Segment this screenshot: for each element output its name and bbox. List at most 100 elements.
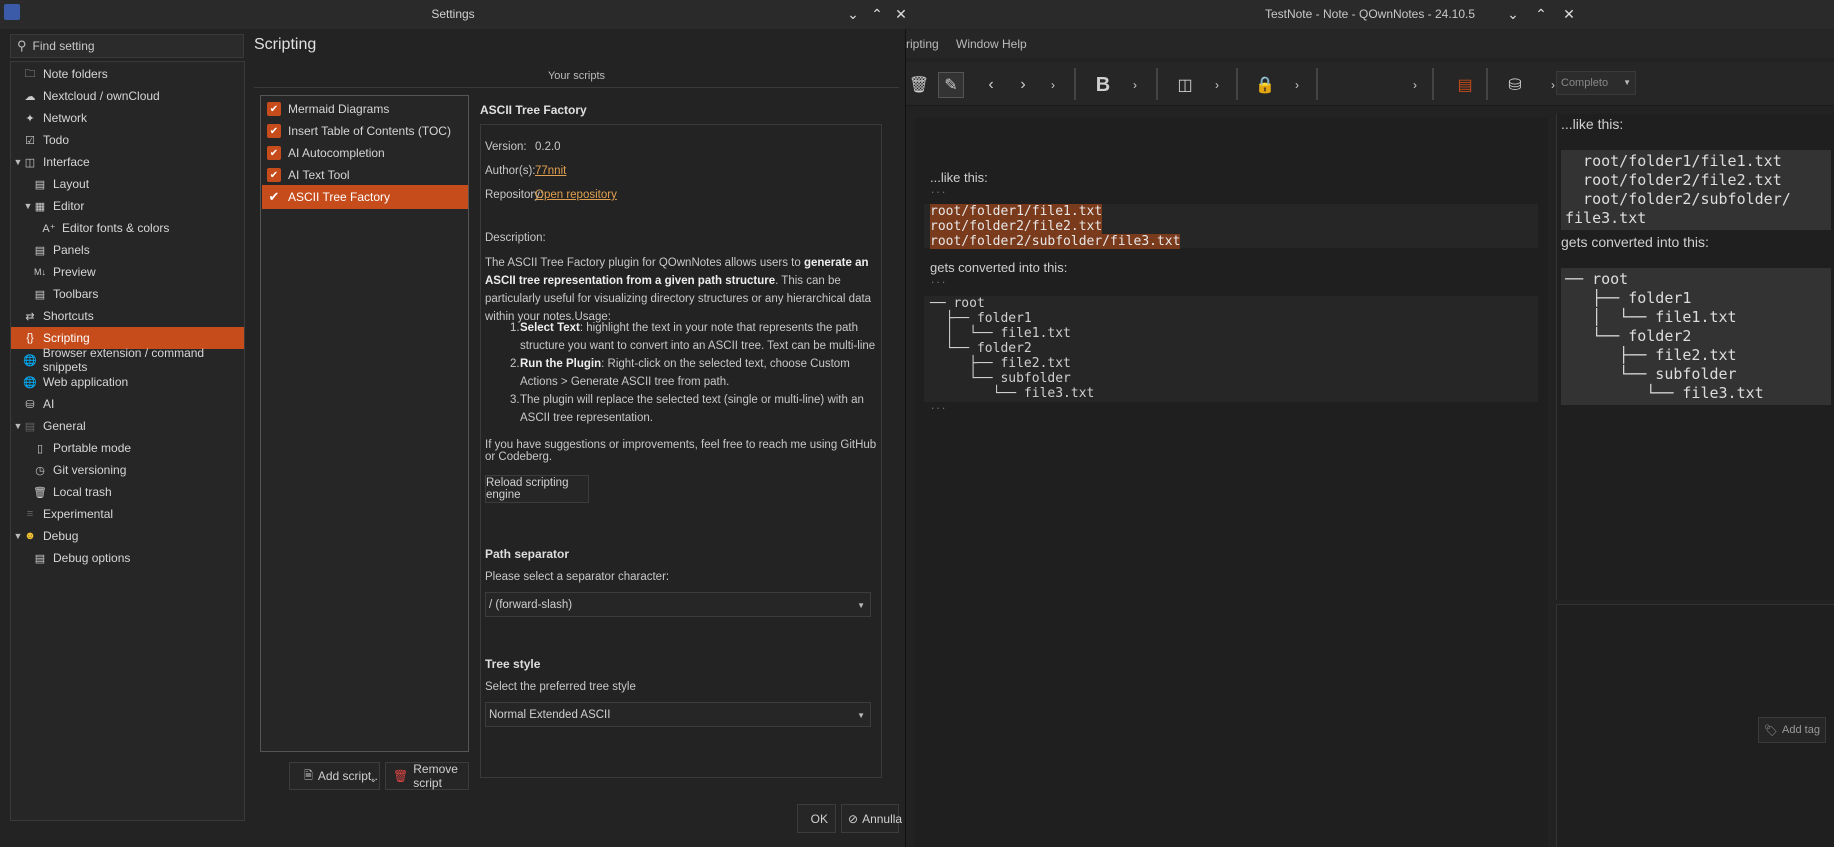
path-separator-select[interactable]: / (forward-slash) ▼ [485,592,871,617]
nav-browser-extension[interactable]: 🌐 Browser extension / command snippets [11,346,244,374]
find-setting-input[interactable] [32,39,233,53]
find-setting-field[interactable]: ⚲ [10,34,244,58]
nav-preview[interactable]: M↓ Preview [11,261,244,283]
archive-icon[interactable]: ▤ [1452,72,1478,98]
shortcuts-icon: ⇄ [25,310,35,323]
nav-note-folders[interactable]: 🗀 Note folders [11,63,244,85]
cancel-icon: ⊘ [848,811,859,826]
repository-link[interactable]: Open repository [535,189,617,201]
lock-icon[interactable]: 🔒 [1252,72,1278,98]
chevron-down-icon[interactable]: ⌄ [369,774,377,785]
folder-icon: 🗀 [24,67,36,80]
toolbar-overflow-icon[interactable]: › [1402,72,1428,98]
trash-icon: 🗑 [393,769,409,783]
menu-help[interactable]: Help [1002,37,1027,51]
nav-portable-mode[interactable]: ▯ Portable mode [11,437,244,459]
nav-debug-options[interactable]: ▤ Debug options [11,547,244,569]
cancel-button[interactable]: ⊘ Annulla [841,804,902,833]
add-script-button[interactable]: 🗎 Add script.. ⌄ [289,762,380,790]
delete-note-icon[interactable]: 🗑 [906,72,932,98]
nav-interface[interactable]: ▼ ◫ Interface [11,151,244,173]
nav-panels[interactable]: ▤ Panels [11,239,244,261]
dialog-title: Settings [431,7,475,21]
toolbar-overflow-icon[interactable]: › [1204,72,1230,98]
authors-label: Author(s): [485,165,536,177]
menu-scripting[interactable]: ripting [906,37,939,51]
bold-icon[interactable]: B [1090,72,1116,98]
interface-icon: ◫ [24,156,36,169]
nav-ai[interactable]: ⛁ AI [11,393,244,415]
close-icon[interactable]: ✕ [1560,5,1578,23]
toolbar-overflow-icon[interactable]: › [1284,72,1310,98]
globe-icon: 🌐 [23,354,37,367]
nav-experimental[interactable]: ≡ Experimental [11,503,244,525]
checkbox-checked-icon[interactable]: ✔ [267,102,281,116]
script-item-ascii-tree-factory[interactable]: ✔ ASCII Tree Factory [262,185,468,209]
chevron-down-icon[interactable]: ▼ [13,531,23,541]
description-label: Description: [485,232,546,244]
nav-editor-fonts[interactable]: A⁺ Editor fonts & colors [11,217,244,239]
chevron-down-icon[interactable]: ▼ [13,421,23,431]
tree-style-description: Select the preferred tree style [485,681,636,693]
nav-web-application[interactable]: 🌐 Web application [11,371,244,393]
nav-shortcuts[interactable]: ⇄ Shortcuts [11,305,244,327]
script-item-ai-autocompletion[interactable]: ✔ AI Autocompletion [262,141,468,165]
toolbar-overflow-icon[interactable]: › [1122,72,1148,98]
forward-icon[interactable]: › [1010,72,1036,98]
note-editor[interactable]: ...like this: ... root/folder1/file1.txt… [914,118,1548,847]
panels-icon: ▤ [34,244,46,257]
script-item-mermaid[interactable]: ✔ Mermaid Diagrams [262,97,468,121]
nav-toolbars[interactable]: ▤ Toolbars [11,283,244,305]
tree-style-select[interactable]: Normal Extended ASCII ▼ [485,702,871,727]
checkbox-checked-icon[interactable]: ✔ [267,124,281,138]
preview-text-line: gets converted into this: [1561,234,1709,250]
edit-pencil-icon[interactable]: ✎ [938,72,964,98]
editor-code-line: root/folder2/subfolder/file3.txt [930,234,1181,249]
checkbox-checked-icon[interactable]: ✔ [267,146,281,160]
scripts-group-label: Your scripts [547,70,606,82]
nav-nextcloud[interactable]: ☁ Nextcloud / ownCloud [11,85,244,107]
trash-icon: 🗑 [33,486,47,499]
split-view-icon[interactable]: ◫ [1172,72,1198,98]
remove-script-button[interactable]: 🗑 Remove script [385,762,469,790]
back-icon[interactable]: ‹ [978,72,1004,98]
add-tag-button[interactable]: 🏷 Add tag [1758,717,1826,743]
nav-network[interactable]: ✦ Network [11,107,244,129]
chevron-down-icon[interactable]: ▼ [13,157,23,167]
font-icon: A⁺ [42,222,56,235]
nav-todo[interactable]: ☑ Todo [11,129,244,151]
database-icon[interactable]: ⛁ [1502,72,1528,98]
toolbar-overflow-icon[interactable]: › [1040,72,1066,98]
network-icon: ✦ [25,112,35,125]
toolbar-icon: ▤ [34,288,46,301]
nav-general[interactable]: ▼ ▤ General [11,415,244,437]
nav-local-trash[interactable]: 🗑 Local trash [11,481,244,503]
main-titlebar: TestNote - Note - QOwnNotes - 24.10.5 ⌄ … [906,0,1834,29]
preview-text-line: ...like this: [1561,116,1624,132]
menu-window[interactable]: Window [956,37,999,51]
editor-tree-block: ── root ├── folder1 │ └── file1.txt └── … [930,296,1095,401]
minimize-icon[interactable]: ⌄ [1504,5,1522,23]
nav-layout[interactable]: ▤ Layout [11,173,244,195]
authors-link[interactable]: 77nnit [535,165,566,177]
maximize-icon[interactable]: ⌃ [1532,5,1550,23]
reload-scripting-engine-button[interactable]: Reload scripting engine [485,475,589,503]
nav-debug[interactable]: ▼ ☻ Debug [11,525,244,547]
checkbox-checked-icon[interactable]: ✔ [267,189,281,204]
tree-style-title: Tree style [485,657,541,671]
editor-code-line: root/folder2/file2.txt [930,219,1103,234]
main-window-title: TestNote - Note - QOwnNotes - 24.10.5 [1264,7,1476,21]
nav-git-versioning[interactable]: ◷ Git versioning [11,459,244,481]
script-item-ai-text-tool[interactable]: ✔ AI Text Tool [262,163,468,187]
maximize-icon[interactable]: ⌃ [870,5,884,23]
script-item-toc[interactable]: ✔ Insert Table of Contents (TOC) [262,119,468,143]
chevron-down-icon[interactable]: ▼ [23,201,33,211]
main-menubar: ripting Window Help [906,30,1834,58]
experimental-icon: ≡ [26,508,34,520]
checkbox-checked-icon[interactable]: ✔ [267,168,281,182]
ok-button[interactable]: OK [797,804,836,833]
minimize-icon[interactable]: ⌄ [846,5,860,23]
nav-editor[interactable]: ▼ ▦ Editor [11,195,244,217]
preview-mode-select[interactable]: Completo ▼ [1556,71,1636,95]
close-icon[interactable]: ✕ [894,5,908,23]
